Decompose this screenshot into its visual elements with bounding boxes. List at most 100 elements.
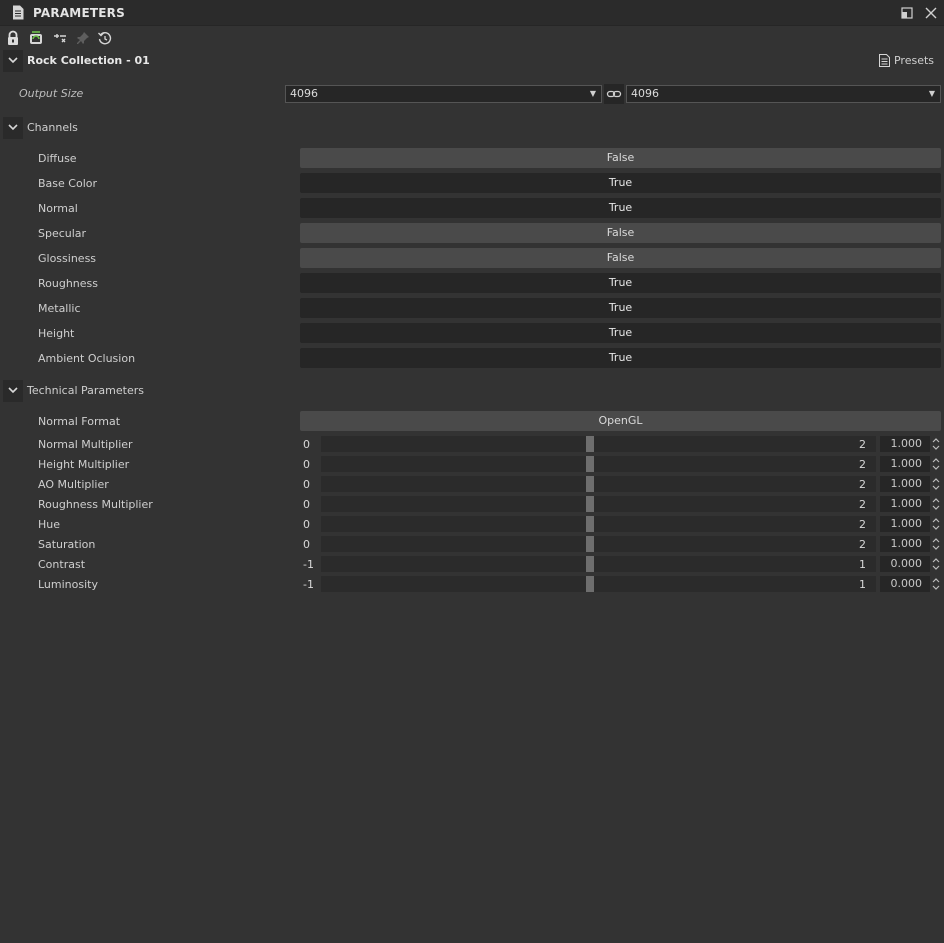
slider-value-field[interactable]: 0.000 — [880, 556, 930, 572]
slider-handle[interactable] — [586, 496, 594, 512]
slider-label: Luminosity — [38, 578, 98, 591]
refresh-icon[interactable] — [28, 30, 44, 46]
channel-toggle[interactable]: True — [300, 273, 941, 293]
slider-track[interactable]: 2 — [321, 516, 876, 532]
slider-max-value: 2 — [859, 498, 866, 511]
spinner-arrows-icon[interactable] — [931, 436, 941, 452]
channel-label: Base Color — [38, 177, 98, 190]
slider-track[interactable]: 1 — [321, 576, 876, 592]
panel-toolbar — [0, 27, 944, 49]
slider-min-value: 0 — [303, 538, 310, 551]
channel-toggle[interactable]: False — [300, 248, 941, 268]
slider-track[interactable]: 2 — [321, 476, 876, 492]
slider-handle[interactable] — [586, 456, 594, 472]
spinner-arrows-icon[interactable] — [931, 576, 941, 592]
slider-value-field[interactable]: 0.000 — [880, 576, 930, 592]
output-height-dropdown[interactable]: 4096 ▼ — [626, 85, 941, 103]
channel-toggle[interactable]: True — [300, 298, 941, 318]
panel-title: PARAMETERS — [33, 6, 125, 20]
spinner-arrows-icon[interactable] — [931, 496, 941, 512]
slider-max-value: 2 — [859, 478, 866, 491]
slider-handle[interactable] — [586, 536, 594, 552]
maximize-icon[interactable] — [900, 6, 914, 20]
slider-label: AO Multiplier — [38, 478, 109, 491]
slider-handle[interactable] — [586, 576, 594, 592]
document-icon — [12, 5, 24, 23]
dropdown-arrow-icon: ▼ — [589, 89, 596, 98]
channel-label: Specular — [38, 227, 87, 240]
output-size-label: Output Size — [19, 87, 84, 100]
slider-value-field[interactable]: 1.000 — [880, 456, 930, 472]
channel-label: Diffuse — [38, 152, 77, 165]
slider-value-field[interactable]: 1.000 — [880, 496, 930, 512]
output-width-dropdown[interactable]: 4096 ▼ — [285, 85, 602, 103]
slider-max-value: 2 — [859, 538, 866, 551]
slider-track[interactable]: 2 — [321, 536, 876, 552]
slider-value-field[interactable]: 1.000 — [880, 536, 930, 552]
slider-min-value: -1 — [303, 558, 314, 571]
slider-track[interactable]: 2 — [321, 436, 876, 452]
slider-min-value: 0 — [303, 478, 310, 491]
channel-toggle[interactable]: True — [300, 198, 941, 218]
slider-label: Saturation — [38, 538, 96, 551]
chevron-down-icon[interactable] — [3, 50, 23, 72]
spinner-arrows-icon[interactable] — [931, 456, 941, 472]
slider-handle[interactable] — [586, 476, 594, 492]
channel-toggle[interactable]: True — [300, 323, 941, 343]
technical-label: Technical Parameters — [27, 384, 144, 397]
slider-min-value: 0 — [303, 458, 310, 471]
spinner-arrows-icon[interactable] — [931, 476, 941, 492]
chevron-down-icon[interactable] — [3, 117, 23, 139]
slider-min-value: 0 — [303, 518, 310, 531]
channels-section-header: Channels — [0, 117, 944, 139]
channel-label: Glossiness — [38, 252, 97, 265]
pin-icon[interactable] — [75, 30, 91, 46]
spinner-arrows-icon[interactable] — [931, 556, 941, 572]
panel-titlebar: PARAMETERS — [0, 0, 944, 26]
chevron-down-icon[interactable] — [3, 380, 23, 402]
channel-label: Height — [38, 327, 75, 340]
link-icon[interactable] — [604, 84, 624, 104]
slider-value-field[interactable]: 1.000 — [880, 436, 930, 452]
channel-toggle[interactable]: False — [300, 223, 941, 243]
spinner-arrows-icon[interactable] — [931, 516, 941, 532]
channels-label: Channels — [27, 121, 78, 134]
normal-format-button[interactable]: OpenGL — [300, 411, 941, 431]
graph-header: Rock Collection - 01 Presets — [0, 50, 944, 72]
spinner-arrows-icon[interactable] — [931, 536, 941, 552]
slider-max-value: 2 — [859, 518, 866, 531]
slider-value-field[interactable]: 1.000 — [880, 476, 930, 492]
slider-max-value: 1 — [859, 578, 866, 591]
reset-icon[interactable] — [97, 30, 113, 46]
slider-track[interactable]: 2 — [321, 496, 876, 512]
output-width-value: 4096 — [290, 87, 318, 100]
slider-label: Height Multiplier — [38, 458, 130, 471]
close-icon[interactable] — [924, 6, 938, 20]
slider-handle[interactable] — [586, 436, 594, 452]
slider-label: Normal Multiplier — [38, 438, 133, 451]
slider-label: Hue — [38, 518, 61, 531]
channel-label: Metallic — [38, 302, 81, 315]
lock-icon[interactable] — [5, 30, 21, 46]
slider-track[interactable]: 2 — [321, 456, 876, 472]
document-icon — [878, 54, 890, 67]
channel-label: Normal — [38, 202, 78, 215]
plug-icon[interactable] — [52, 30, 68, 46]
slider-label: Contrast — [38, 558, 86, 571]
output-height-value: 4096 — [631, 87, 659, 100]
presets-button[interactable]: Presets — [878, 54, 934, 67]
slider-handle[interactable] — [586, 556, 594, 572]
slider-track[interactable]: 1 — [321, 556, 876, 572]
slider-handle[interactable] — [586, 516, 594, 532]
presets-label: Presets — [893, 54, 934, 67]
slider-value-field[interactable]: 1.000 — [880, 516, 930, 532]
channel-toggle[interactable]: False — [300, 148, 941, 168]
slider-min-value: -1 — [303, 578, 314, 591]
channel-toggle[interactable]: True — [300, 173, 941, 193]
channel-label: Ambient Oclusion — [38, 352, 136, 365]
channel-toggle[interactable]: True — [300, 348, 941, 368]
slider-max-value: 2 — [859, 438, 866, 451]
graph-name: Rock Collection - 01 — [27, 54, 150, 67]
slider-min-value: 0 — [303, 438, 310, 451]
technical-section-header: Technical Parameters — [0, 380, 944, 402]
